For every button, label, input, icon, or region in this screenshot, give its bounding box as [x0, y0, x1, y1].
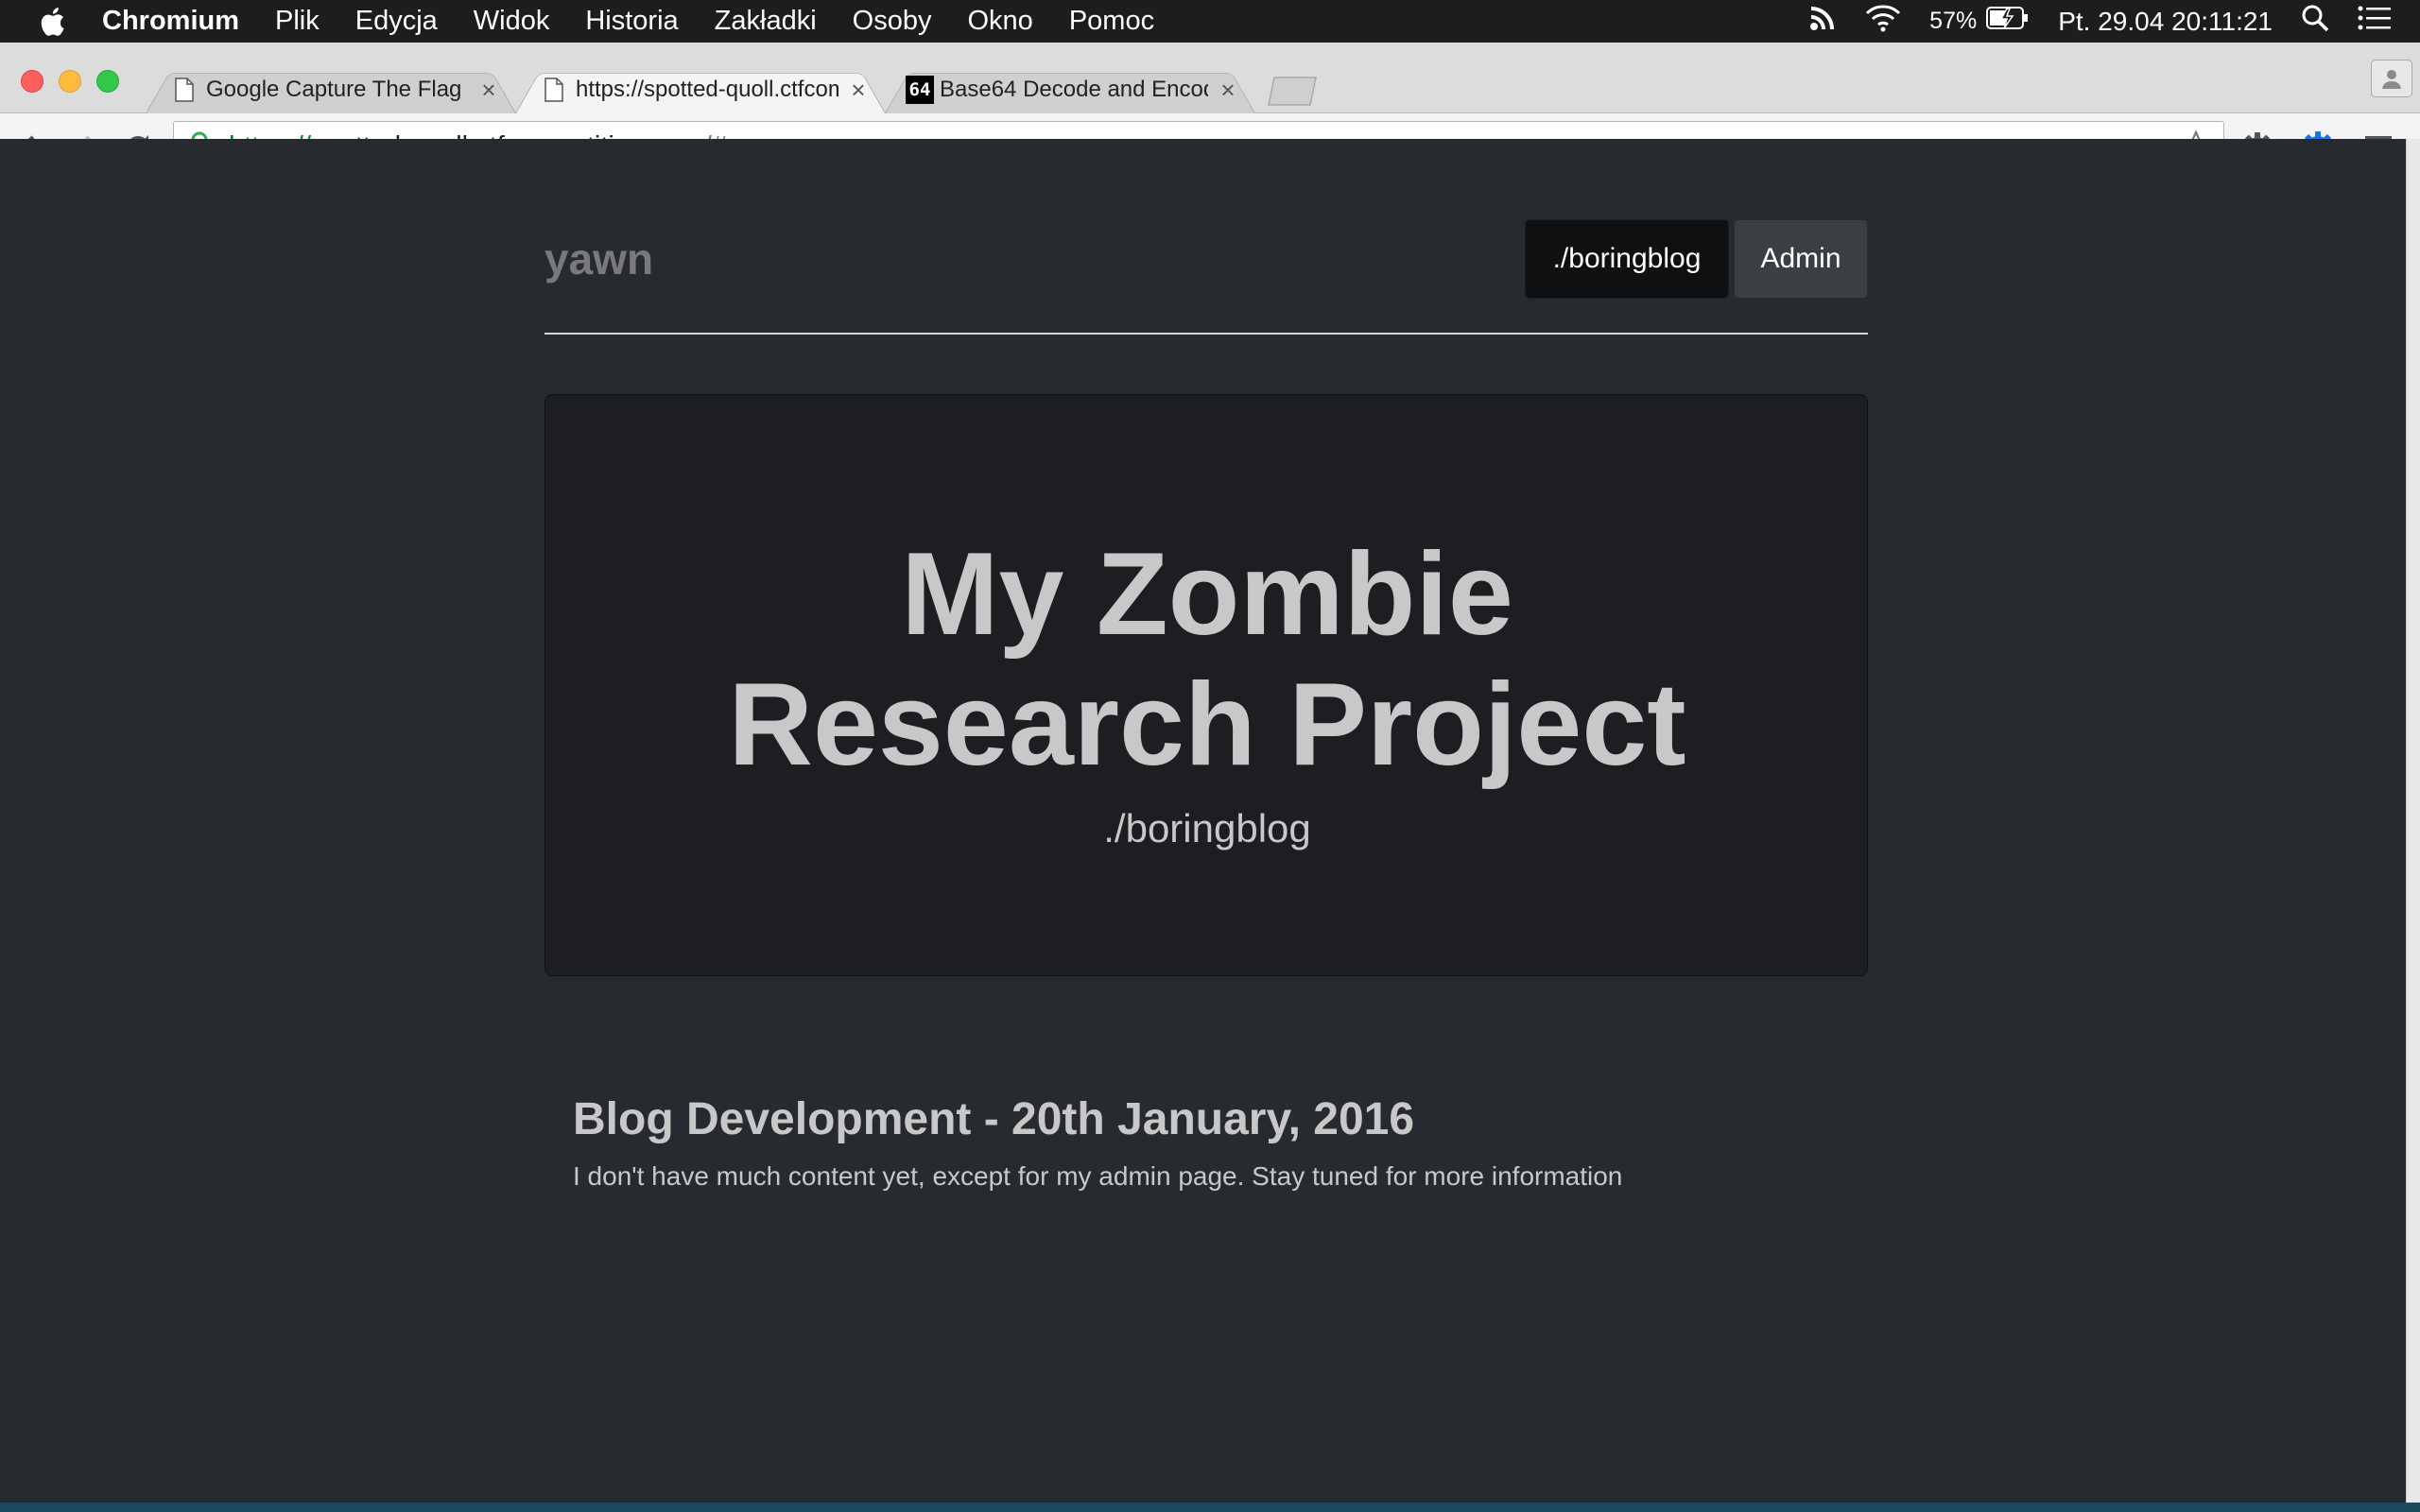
hero-title: My Zombie Research Project: [545, 529, 1869, 790]
window-maximize-button[interactable]: [96, 70, 119, 93]
tab-title: Base64 Decode and Encod: [940, 77, 1208, 102]
menu-app-name[interactable]: Chromium: [102, 6, 239, 37]
desktop-background-strip: [0, 1503, 2420, 1512]
notification-center-icon[interactable]: [2358, 5, 2392, 39]
menu-historia[interactable]: Historia: [585, 6, 678, 37]
apple-icon[interactable]: [36, 5, 68, 39]
tab-title: Google Capture The Flag: [206, 77, 462, 102]
menu-plik[interactable]: Plik: [275, 6, 320, 37]
profile-icon[interactable]: [2371, 60, 2412, 97]
tab-google-ctf[interactable]: Google Capture The Flag ×: [146, 66, 516, 113]
page-icon: [174, 77, 195, 102]
menu-pomoc[interactable]: Pomoc: [1069, 6, 1154, 37]
battery-percent[interactable]: 57%: [1929, 8, 1977, 35]
tab-strip: Google Capture The Flag × https://spotte…: [0, 43, 2420, 113]
site-brand[interactable]: yawn: [544, 233, 653, 284]
menu-widok[interactable]: Widok: [474, 6, 550, 37]
hero-jumbotron: My Zombie Research Project ./boringblog: [544, 394, 1868, 976]
menu-osoby[interactable]: Osoby: [853, 6, 932, 37]
header-divider: [544, 333, 1868, 335]
tab-close-icon[interactable]: ×: [844, 76, 873, 104]
battery-charging-icon[interactable]: [1986, 5, 2030, 39]
post-title: Blog Development - 20th January, 2016: [573, 1094, 1415, 1144]
spotlight-search-icon[interactable]: [2301, 4, 2329, 40]
nav-boringblog-button[interactable]: ./boringblog: [1525, 219, 1729, 299]
page-scrollbar[interactable]: [2406, 139, 2420, 1503]
hero-title-line-2: Research Project: [728, 660, 1686, 790]
page-icon: [544, 77, 564, 102]
web-page: yawn ./boringblog Admin My Zombie Resear…: [0, 139, 2406, 1503]
macos-menu-bar: Chromium Plik Edycja Widok Historia Zakł…: [0, 0, 2420, 43]
tab-spotted-quoll[interactable]: https://spotted-quoll.ctfcom ×: [515, 66, 886, 113]
base64-icon: 64: [906, 76, 934, 104]
rss-icon[interactable]: [1808, 4, 1837, 40]
menu-edycja[interactable]: Edycja: [355, 6, 438, 37]
nav-admin-button[interactable]: Admin: [1734, 219, 1868, 299]
post-body: I don't have much content yet, except fo…: [573, 1161, 1623, 1191]
menubar-status-area: 57% Pt. 29.04 20:11:21: [1808, 0, 2420, 43]
tab-title: https://spotted-quoll.ctfcom: [576, 77, 838, 102]
hero-subtitle: ./boringblog: [1103, 806, 1311, 850]
tab-close-icon[interactable]: ×: [1214, 76, 1242, 104]
wifi-icon[interactable]: [1865, 4, 1901, 40]
menubar-datetime[interactable]: Pt. 29.04 20:11:21: [2058, 7, 2273, 37]
site-nav: ./boringblog Admin: [1525, 219, 1868, 299]
tab-base64[interactable]: 64 Base64 Decode and Encod ×: [885, 66, 1255, 113]
new-tab-button[interactable]: [1263, 75, 1322, 107]
window-minimize-button[interactable]: [59, 70, 81, 93]
menu-okno[interactable]: Okno: [968, 6, 1033, 37]
menu-zakladki[interactable]: Zakładki: [715, 6, 817, 37]
tab-close-icon[interactable]: ×: [475, 76, 503, 104]
window-close-button[interactable]: [21, 70, 43, 93]
hero-title-line-1: My Zombie: [901, 529, 1513, 660]
